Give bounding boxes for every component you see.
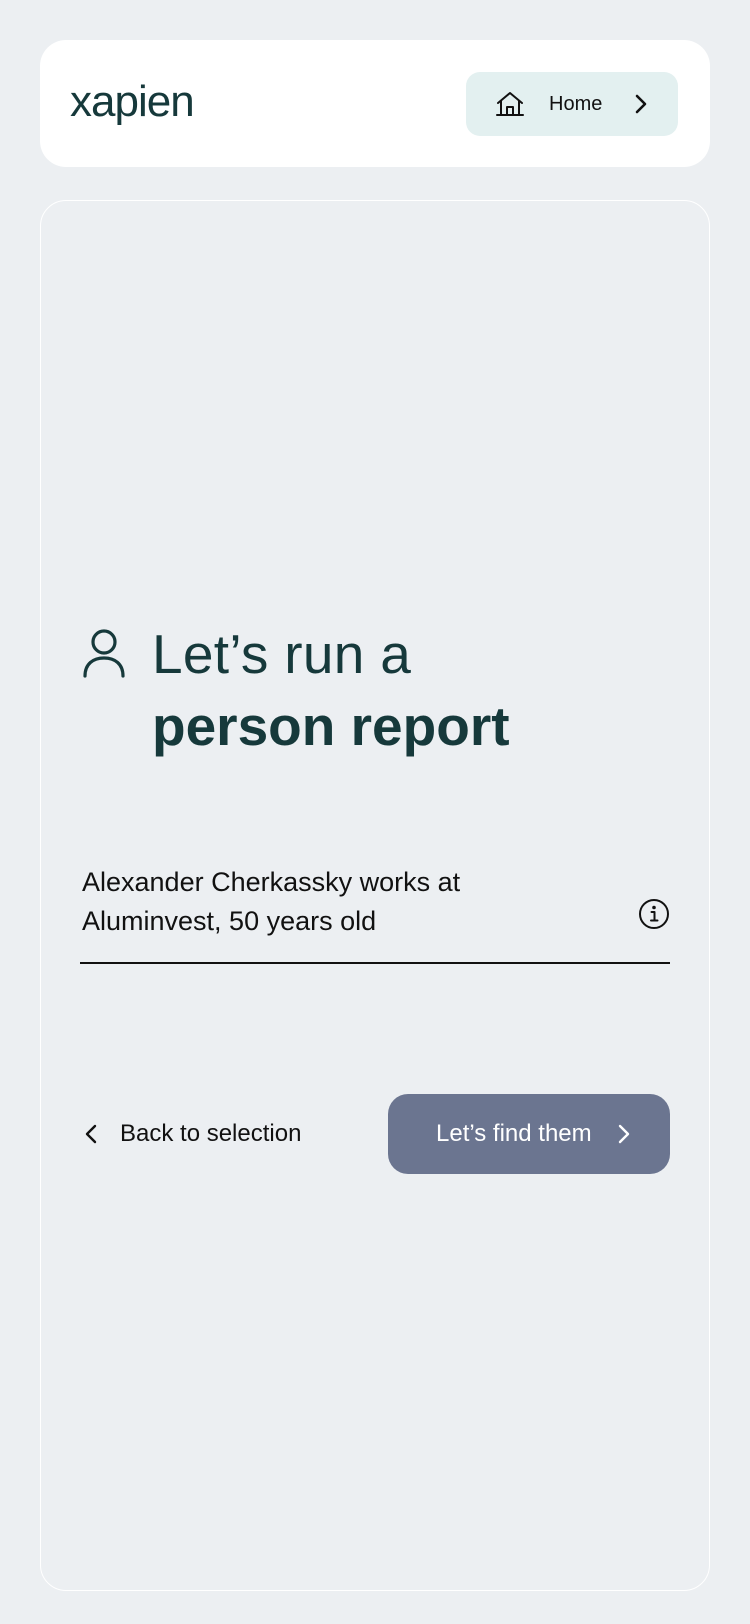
find-them-button[interactable]: Let’s find them (388, 1094, 670, 1174)
logo-text: xapien (70, 77, 194, 126)
chevron-right-icon (635, 94, 647, 114)
chevron-right-icon (618, 1124, 630, 1144)
home-button-label: Home (549, 92, 603, 115)
page-title-line1: Let’s run a (152, 623, 412, 685)
find-them-label: Let’s find them (436, 1120, 592, 1147)
home-icon (496, 92, 524, 116)
info-icon[interactable] (638, 898, 670, 930)
input-underline (80, 962, 670, 964)
back-to-selection-label: Back to selection (120, 1120, 302, 1147)
chevron-left-icon (85, 1124, 97, 1144)
xapien-logo[interactable]: xapien (70, 68, 210, 132)
back-to-selection-button[interactable]: Back to selection (82, 1112, 301, 1156)
home-button[interactable]: Home (466, 72, 678, 136)
person-icon (83, 629, 125, 678)
search-query-input[interactable]: Alexander Cherkassky works at Aluminvest… (82, 863, 602, 941)
top-bar: xapien Home (40, 40, 710, 167)
page-title-line2: person report (152, 695, 510, 757)
